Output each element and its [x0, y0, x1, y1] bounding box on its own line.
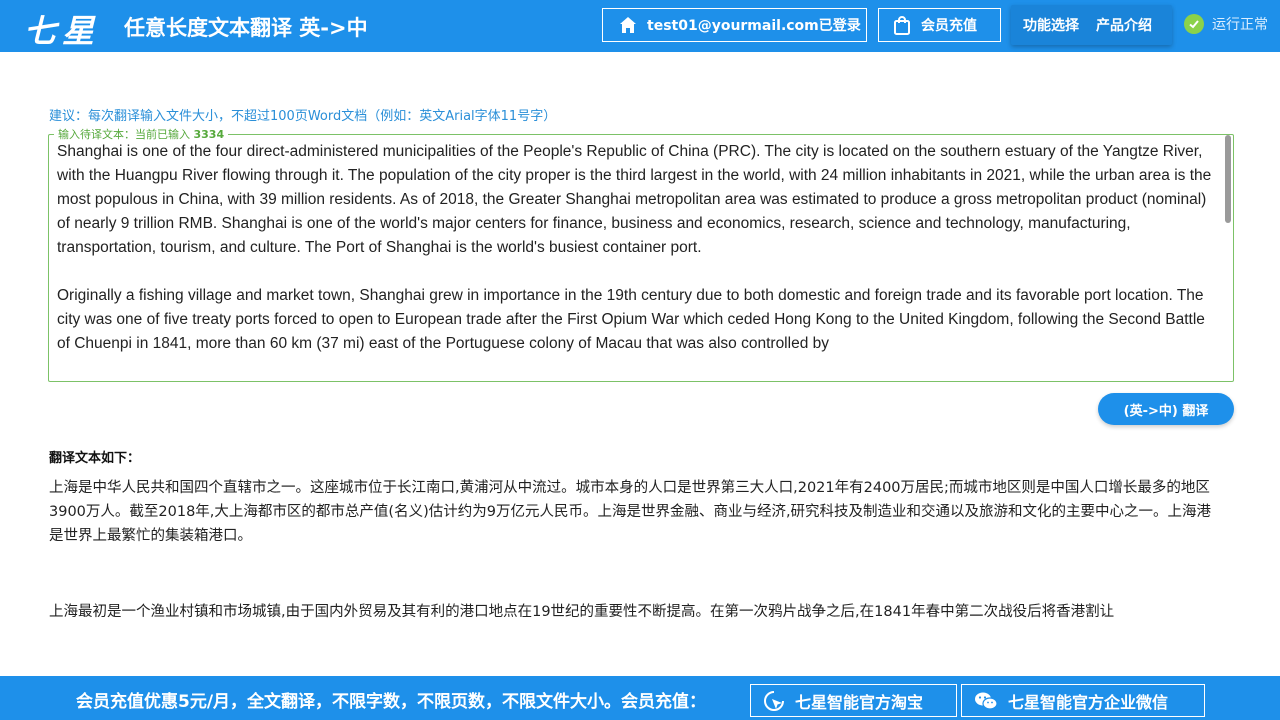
source-text-content[interactable]: Shanghai is one of the four direct-admin… — [57, 140, 1217, 378]
input-legend: 输入待译文本：当前已输入 3334 — [54, 126, 229, 142]
source-text-area[interactable]: Shanghai is one of the four direct-admin… — [48, 134, 1234, 382]
user-account-button[interactable]: test01@yourmail.com已登录 — [602, 8, 867, 42]
footer-promo: 会员充值优惠5元/月，全文翻译，不限字数，不限页数，不限文件大小。会员充值： — [76, 692, 707, 712]
translate-button[interactable]: (英->中) 翻译 — [1098, 393, 1234, 425]
input-char-count: 3334 — [193, 128, 225, 141]
check-circle-icon — [1184, 14, 1204, 34]
home-icon — [620, 17, 636, 33]
menu-item-feature-select[interactable]: 功能选择 — [1023, 15, 1079, 35]
output-label: 翻译文本如下： — [49, 451, 141, 466]
wechat-icon — [975, 692, 998, 710]
cursor-click-icon — [764, 690, 784, 711]
recharge-label: 会员充值 — [921, 18, 977, 34]
taobao-store-label: 七星智能官方淘宝 — [795, 692, 924, 712]
source-paragraph: Originally a fishing village and market … — [57, 287, 1205, 352]
output-paragraph: 上海最初是一个渔业村镇和市场城镇,由于国内外贸易及其有利的港口地点在19世纪的重… — [49, 604, 1115, 620]
top-menu: 功能选择 产品介绍 — [1011, 5, 1172, 45]
recharge-button[interactable]: 会员充值 — [878, 8, 1001, 42]
user-account-label: test01@yourmail.com已登录 — [647, 18, 861, 34]
output-paragraph: 上海是中华人民共和国四个直辖市之一。这座城市位于长江南口,黄浦河从中流过。城市本… — [49, 480, 1212, 544]
footer-bar: 会员充值优惠5元/月，全文翻译，不限字数，不限页数，不限文件大小。会员充值： 七… — [0, 676, 1280, 720]
page-title: 任意长度文本翻译 英->中 — [124, 16, 368, 40]
source-scrollbar[interactable] — [1225, 135, 1231, 223]
taobao-store-button[interactable]: 七星智能官方淘宝 — [750, 684, 957, 717]
source-paragraph: Shanghai is one of the four direct-admin… — [57, 143, 1212, 256]
shopping-bag-icon — [894, 16, 910, 35]
wechat-business-label: 七星智能官方企业微信 — [1008, 692, 1169, 712]
usage-tip: 建议：每次翻译输入文件大小，不超过100页Word文档（例如：英文Arial字体… — [49, 109, 557, 124]
wechat-business-button[interactable]: 七星智能官方企业微信 — [961, 684, 1205, 717]
status-indicator: 运行正常 — [1184, 14, 1268, 34]
menu-item-product-intro[interactable]: 产品介绍 — [1096, 15, 1152, 35]
status-label: 运行正常 — [1212, 17, 1268, 33]
translation-output[interactable]: 上海是中华人民共和国四个直辖市之一。这座城市位于长江南口,黄浦河从中流过。城市本… — [49, 476, 1234, 626]
translation-output-content: 上海是中华人民共和国四个直辖市之一。这座城市位于长江南口,黄浦河从中流过。城市本… — [49, 476, 1224, 624]
logo: 七星 — [24, 12, 101, 50]
input-legend-label: 输入待译文本：当前已输入 — [58, 128, 190, 141]
top-bar: 七星 任意长度文本翻译 英->中 test01@yourmail.com已登录 … — [0, 0, 1280, 52]
